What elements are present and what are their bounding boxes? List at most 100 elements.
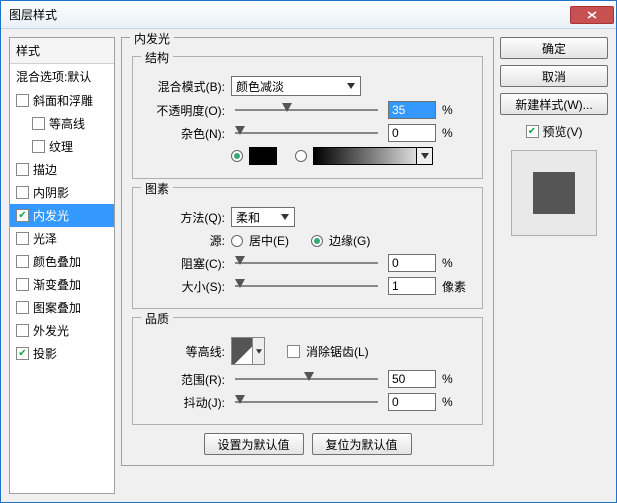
structure-group: 结构 混合模式(B): 颜色减淡 不透明度(O): 35 % (132, 56, 483, 179)
reset-default-button[interactable]: 复位为默认值 (312, 433, 412, 455)
blend-mode-value: 颜色减淡 (236, 78, 284, 95)
choke-unit: % (442, 256, 472, 270)
style-item[interactable]: 外发光 (10, 319, 114, 342)
style-label: 斜面和浮雕 (33, 92, 93, 109)
opacity-label: 不透明度(O): (143, 102, 225, 119)
blend-mode-label: 混合模式(B): (143, 78, 225, 95)
technique-value: 柔和 (236, 209, 260, 226)
glow-gradient-well[interactable] (313, 147, 433, 165)
preview-checkbox[interactable] (526, 125, 539, 138)
range-slider[interactable] (235, 370, 378, 388)
color-type-gradient-radio[interactable] (295, 150, 307, 162)
style-item[interactable]: 光泽 (10, 227, 114, 250)
style-item[interactable]: 图案叠加 (10, 296, 114, 319)
size-slider[interactable] (235, 277, 378, 295)
range-label: 范围(R): (143, 371, 225, 388)
new-style-button[interactable]: 新建样式(W)... (500, 93, 608, 115)
style-label: 描边 (33, 161, 57, 178)
style-item[interactable]: 等高线 (10, 112, 114, 135)
style-label: 颜色叠加 (33, 253, 81, 270)
contour-picker[interactable] (231, 337, 265, 365)
elements-legend: 图素 (141, 180, 173, 197)
chevron-down-icon[interactable] (252, 338, 264, 364)
chevron-down-icon (344, 79, 358, 93)
noise-unit: % (442, 126, 472, 140)
window-title: 图层样式 (9, 6, 570, 23)
style-checkbox[interactable] (16, 232, 29, 245)
technique-combo[interactable]: 柔和 (231, 207, 295, 227)
style-item[interactable]: 内阴影 (10, 181, 114, 204)
choke-label: 阻塞(C): (143, 255, 225, 272)
range-input[interactable]: 50 (388, 370, 436, 388)
size-unit: 像素 (442, 278, 472, 295)
close-button[interactable] (570, 6, 614, 24)
styles-list: 样式 混合选项:默认 斜面和浮雕等高线纹理描边内阴影内发光光泽颜色叠加渐变叠加图… (9, 37, 115, 494)
source-center-radio[interactable] (231, 235, 243, 247)
make-default-button[interactable]: 设置为默认值 (204, 433, 304, 455)
blend-mode-combo[interactable]: 颜色减淡 (231, 76, 361, 96)
inner-glow-legend: 内发光 (130, 30, 174, 47)
source-label: 源: (143, 232, 225, 249)
elements-group: 图素 方法(Q): 柔和 源: 居中(E) 边缘( (132, 187, 483, 309)
style-label: 等高线 (49, 115, 85, 132)
style-item[interactable]: 描边 (10, 158, 114, 181)
style-checkbox[interactable] (16, 186, 29, 199)
size-label: 大小(S): (143, 278, 225, 295)
cancel-button[interactable]: 取消 (500, 65, 608, 87)
style-item[interactable]: 斜面和浮雕 (10, 89, 114, 112)
style-label: 图案叠加 (33, 299, 81, 316)
ok-button[interactable]: 确定 (500, 37, 608, 59)
source-center-label: 居中(E) (249, 232, 289, 249)
style-item[interactable]: 内发光 (10, 204, 114, 227)
style-checkbox[interactable] (16, 347, 29, 360)
preview-label: 预览(V) (543, 123, 583, 140)
jitter-input[interactable]: 0 (388, 393, 436, 411)
style-checkbox[interactable] (32, 117, 45, 130)
style-label: 内发光 (33, 207, 69, 224)
source-edge-label: 边缘(G) (329, 232, 370, 249)
quality-legend: 品质 (141, 310, 173, 327)
opacity-unit: % (442, 103, 472, 117)
antialias-checkbox[interactable] (287, 345, 300, 358)
style-label: 外发光 (33, 322, 69, 339)
technique-label: 方法(Q): (143, 209, 225, 226)
style-checkbox[interactable] (16, 324, 29, 337)
style-checkbox[interactable] (16, 94, 29, 107)
structure-legend: 结构 (141, 49, 173, 66)
color-type-solid-radio[interactable] (231, 150, 243, 162)
style-item[interactable]: 纹理 (10, 135, 114, 158)
style-item[interactable]: 颜色叠加 (10, 250, 114, 273)
style-item[interactable]: 渐变叠加 (10, 273, 114, 296)
titlebar[interactable]: 图层样式 (1, 1, 616, 29)
style-label: 渐变叠加 (33, 276, 81, 293)
styles-header: 样式 (10, 38, 114, 64)
choke-slider[interactable] (235, 254, 378, 272)
opacity-slider[interactable] (235, 101, 378, 119)
inner-glow-group: 内发光 结构 混合模式(B): 颜色减淡 不透明度(O): 35 (121, 37, 494, 466)
glow-color-well[interactable] (249, 147, 277, 165)
style-checkbox[interactable] (16, 301, 29, 314)
range-unit: % (442, 372, 472, 386)
style-checkbox[interactable] (16, 163, 29, 176)
quality-group: 品质 等高线: 消除锯齿(L) 范围(R): 50 % (132, 317, 483, 425)
chevron-down-icon[interactable] (416, 148, 432, 164)
style-checkbox[interactable] (16, 209, 29, 222)
style-checkbox[interactable] (16, 278, 29, 291)
source-edge-radio[interactable] (311, 235, 323, 247)
chevron-down-icon (278, 210, 292, 224)
antialias-label: 消除锯齿(L) (306, 343, 369, 360)
style-checkbox[interactable] (16, 255, 29, 268)
choke-input[interactable]: 0 (388, 254, 436, 272)
blend-options-row[interactable]: 混合选项:默认 (10, 64, 114, 89)
effect-settings: 内发光 结构 混合模式(B): 颜色减淡 不透明度(O): 35 (121, 37, 494, 494)
style-item[interactable]: 投影 (10, 342, 114, 365)
jitter-slider[interactable] (235, 393, 378, 411)
preview-thumbnail (511, 150, 597, 236)
opacity-input[interactable]: 35 (388, 101, 436, 119)
noise-slider[interactable] (235, 124, 378, 142)
noise-input[interactable]: 0 (388, 124, 436, 142)
dialog-right-column: 确定 取消 新建样式(W)... 预览(V) (500, 37, 608, 494)
style-checkbox[interactable] (32, 140, 45, 153)
size-input[interactable]: 1 (388, 277, 436, 295)
jitter-label: 抖动(J): (143, 394, 225, 411)
